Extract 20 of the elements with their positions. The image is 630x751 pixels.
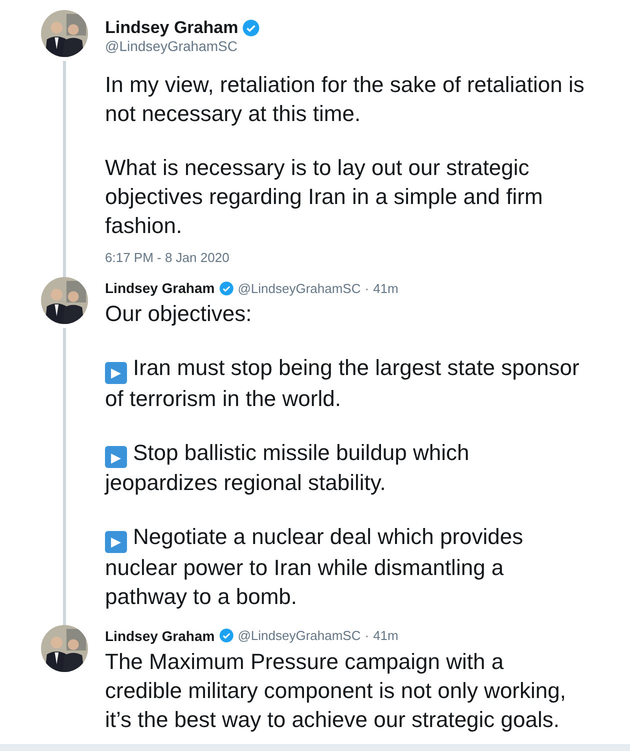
tweet-bullet-point: ▶ Stop ballistic missile buildup which jeopardizes regional stability. <box>105 438 470 497</box>
tweet-timestamp[interactable]: 6:17 PM - 8 Jan 2020 <box>105 250 610 265</box>
author-handle[interactable]: @LindseyGrahamSC <box>238 628 361 643</box>
avatar[interactable] <box>40 277 88 324</box>
tweet-text: In my view, retaliation for the sake of retaliation is not necessary at this time. <box>105 71 585 128</box>
tweet-text: What is necessary is to lay out our strategic objectives regarding Iran in a simple and firm fashion. <box>105 154 544 240</box>
separator-dot: · <box>364 280 370 296</box>
author-handle[interactable]: @LindseyGrahamSC <box>105 38 610 54</box>
author-name[interactable]: Lindsey Graham <box>105 280 215 296</box>
author-handle[interactable]: @LindseyGrahamSC <box>238 280 361 296</box>
tweet-time[interactable]: 41m <box>373 280 398 296</box>
author-name[interactable]: Lindsey Graham <box>105 18 238 38</box>
tweet-text: The Maximum Pressure campaign with a credible military component is not only working, it’s the best way to achieve our strategic goals. <box>105 648 567 734</box>
separator-dot: · <box>364 628 370 643</box>
tweet-time[interactable]: 41m <box>373 628 398 643</box>
tweet-bullet-point: ▶ Iran must stop being the largest state sponsor of terrorism in the world. <box>105 354 580 412</box>
tweet-bullet-point: ▶ Negotiate a nuclear deal which provides nuclear power to Iran while dismantling a pathway to a bomb. <box>105 523 524 610</box>
author-name[interactable]: Lindsey Graham <box>105 628 215 644</box>
avatar[interactable] <box>40 10 88 57</box>
tweet-text: Our objectives: <box>105 300 253 328</box>
